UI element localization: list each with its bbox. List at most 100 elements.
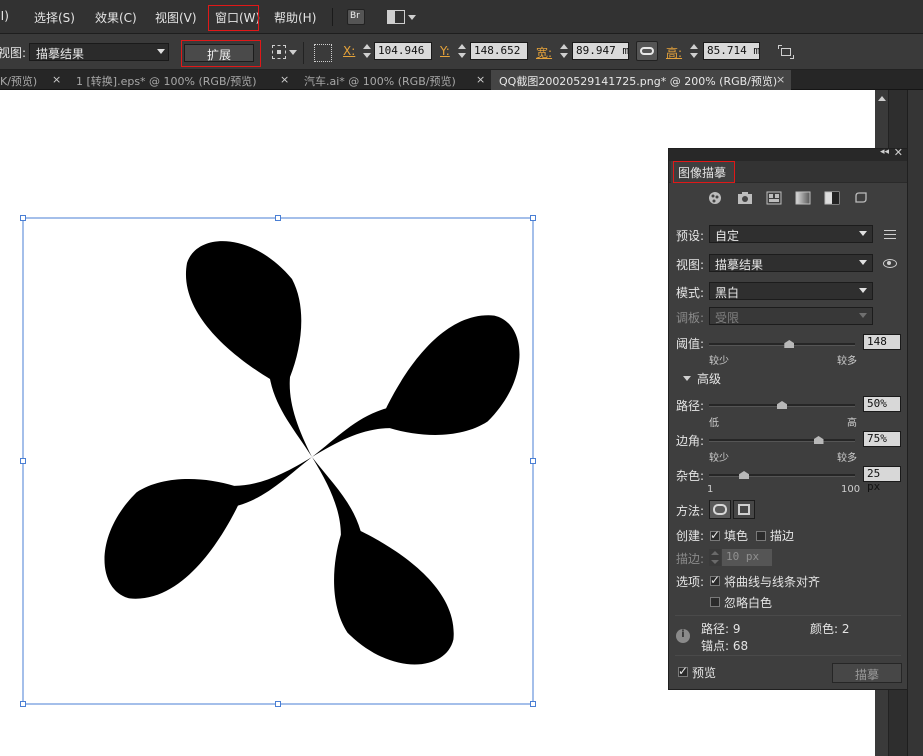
advanced-toggle[interactable]: 高级: [697, 370, 721, 387]
preset-menu-icon[interactable]: [884, 230, 896, 239]
stroke-label: 描边: [770, 529, 795, 543]
menu-item-help[interactable]: 帮助(H): [274, 9, 316, 26]
pinwheel-artwork[interactable]: [97, 241, 527, 672]
menu-item-view[interactable]: 视图(V): [155, 9, 197, 26]
view-dropdown[interactable]: 描摹结果: [709, 254, 873, 272]
noise-slider-thumb[interactable]: [739, 471, 749, 479]
menu-item-partial[interactable]: (I): [0, 9, 9, 23]
width-stepper[interactable]: [559, 42, 569, 60]
stroke-width-field: 10 px: [722, 549, 772, 566]
chevron-down-icon: [859, 313, 867, 318]
close-icon[interactable]: ×: [280, 73, 289, 86]
mode-dropdown[interactable]: 黑白: [709, 282, 873, 300]
mode-value: 黑白: [715, 286, 740, 300]
document-tab-bar: K/预览) × 1 [转换].eps* @ 100% (RGB/预览) × 汽车…: [0, 70, 923, 90]
chevron-down-icon[interactable]: [289, 50, 297, 55]
highlight-box-panel-title: [673, 161, 735, 183]
ignore-white-checkbox[interactable]: [710, 597, 720, 607]
trace-button[interactable]: 描摹: [832, 663, 902, 683]
height-stepper[interactable]: [689, 42, 699, 60]
control-divider: [303, 42, 304, 64]
black-white-icon[interactable]: [824, 191, 840, 205]
chevron-down-icon[interactable]: [683, 376, 691, 381]
high-color-icon[interactable]: [737, 191, 753, 205]
scroll-up-icon[interactable]: [878, 96, 886, 101]
bridge-icon: Br: [350, 11, 360, 21]
view-dropdown[interactable]: 描摹结果: [29, 43, 169, 61]
method-abutting-button[interactable]: [709, 500, 731, 519]
preview-label: 预览: [692, 666, 717, 680]
paths-slider[interactable]: [709, 404, 855, 407]
stroke-checkbox[interactable]: [756, 531, 766, 541]
menu-item-select[interactable]: 选择(S): [34, 9, 75, 26]
threshold-slider[interactable]: [709, 343, 855, 346]
transform-each-icon[interactable]: [778, 45, 794, 59]
workspace-layout-icon[interactable]: [387, 10, 405, 24]
eye-icon[interactable]: [883, 259, 897, 268]
transform-grid-icon[interactable]: [314, 44, 332, 62]
bridge-button[interactable]: Br: [347, 9, 365, 25]
low-color-icon[interactable]: [766, 191, 782, 205]
collapse-icon[interactable]: ◂◂: [880, 147, 889, 157]
fill-checkbox[interactable]: [710, 528, 720, 542]
selection-handle-ml[interactable]: [20, 458, 26, 464]
fill-label: 填色: [724, 529, 749, 543]
chevron-down-icon[interactable]: [408, 15, 416, 20]
palette-dropdown: 受限: [709, 307, 873, 325]
selection-handle-tc[interactable]: [275, 215, 281, 221]
paths-max-label: 高: [847, 418, 857, 429]
snap-curves-checkbox[interactable]: [710, 573, 720, 587]
ignore-white-label: 忽略白色: [724, 596, 773, 610]
outline-icon[interactable]: [853, 191, 869, 205]
tab-document-active[interactable]: QQ截图20020529141725.png* @ 200% (RGB/预览) …: [491, 70, 791, 90]
tab-document-0[interactable]: K/预览) ×: [0, 70, 64, 90]
view-value: 描摹结果: [715, 258, 764, 272]
threshold-label: 阈值:: [676, 337, 705, 351]
x-stepper[interactable]: [362, 42, 372, 60]
threshold-value[interactable]: 148: [863, 334, 901, 350]
selection-handle-br[interactable]: [530, 701, 536, 707]
preset-dropdown[interactable]: 自定: [709, 225, 873, 243]
selection-handle-bc[interactable]: [275, 701, 281, 707]
auto-color-icon[interactable]: [707, 191, 723, 205]
corners-value[interactable]: 75%: [863, 431, 901, 447]
grayscale-icon[interactable]: [795, 191, 811, 205]
noise-value[interactable]: 25 px: [863, 466, 901, 493]
noise-slider[interactable]: [709, 474, 855, 477]
corners-min-label: 较少: [709, 453, 729, 464]
pinwheel-blade-top: [185, 241, 312, 457]
menu-item-effect[interactable]: 效果(C): [95, 9, 137, 26]
corners-slider-thumb[interactable]: [814, 436, 824, 444]
selection-handle-tl[interactable]: [20, 215, 26, 221]
panel-titlebar[interactable]: ◂◂ ✕: [669, 146, 907, 161]
highlight-box-window: [208, 5, 259, 31]
close-icon[interactable]: ×: [776, 73, 785, 86]
x-field[interactable]: 104.946 r: [374, 42, 432, 60]
reference-point-icon[interactable]: [272, 45, 286, 59]
y-stepper[interactable]: [457, 42, 467, 60]
close-icon[interactable]: ✕: [894, 146, 903, 159]
tab-document-1[interactable]: 1 [转换].eps* @ 100% (RGB/预览) ×: [68, 70, 293, 90]
close-icon[interactable]: ×: [52, 73, 61, 86]
y-field[interactable]: 148.652 r: [470, 42, 528, 60]
chevron-down-icon: [859, 288, 867, 293]
constrain-proportions-button[interactable]: [636, 41, 658, 61]
info-colors: 颜色: 2: [810, 622, 850, 636]
height-field[interactable]: 85.714 mi: [703, 42, 760, 60]
threshold-slider-thumb[interactable]: [784, 340, 794, 348]
preview-checkbox[interactable]: [678, 664, 688, 678]
x-label: X:: [343, 44, 356, 58]
selection-handle-tr[interactable]: [530, 215, 536, 221]
selection-handle-bl[interactable]: [20, 701, 26, 707]
paths-slider-thumb[interactable]: [777, 401, 787, 409]
paths-value[interactable]: 50%: [863, 396, 901, 412]
view-label: 视图:: [0, 46, 27, 60]
tab-document-2[interactable]: 汽车.ai* @ 100% (RGB/预览) ×: [296, 70, 490, 90]
selection-handle-mr[interactable]: [530, 458, 536, 464]
collapsed-panel-dock[interactable]: [907, 90, 923, 756]
corners-slider[interactable]: [709, 439, 855, 442]
method-overlapping-button[interactable]: [733, 500, 755, 519]
close-icon[interactable]: ×: [476, 73, 485, 86]
threshold-max-label: 较多: [837, 356, 857, 367]
width-field[interactable]: 89.947 mi: [572, 42, 629, 60]
